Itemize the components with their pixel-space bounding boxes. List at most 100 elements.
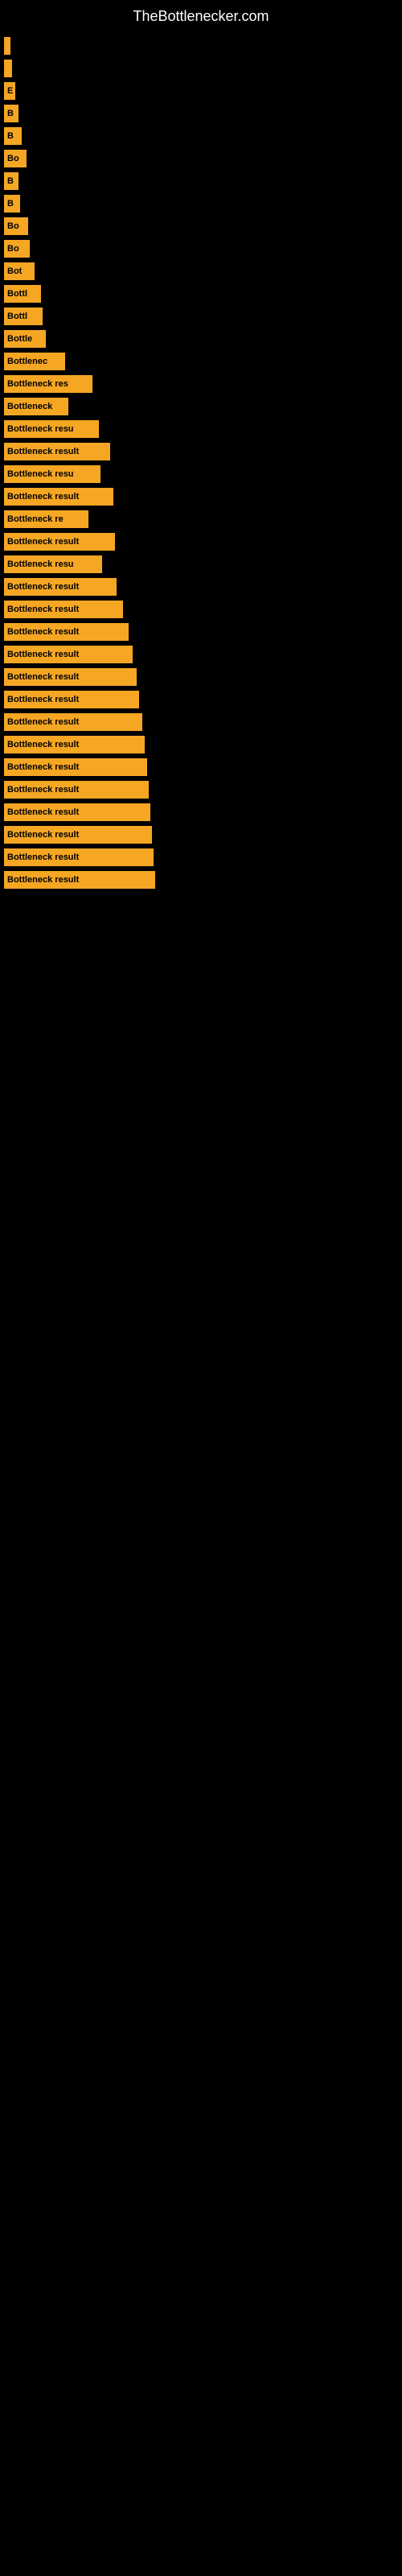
bar-row: Bottleneck result [4, 871, 402, 889]
bar-item: Bottleneck result [4, 848, 154, 866]
bar-label: Bottleneck resu [7, 424, 74, 434]
bar-row: Bottl [4, 285, 402, 303]
bar-item: Bottle [4, 330, 46, 348]
bar-item: Bottleneck result [4, 443, 110, 460]
bar-row: Bottleneck re [4, 510, 402, 528]
bar-row: Bo [4, 240, 402, 258]
bar-item: Bottleneck result [4, 533, 115, 551]
bar-label: Bottleneck result [7, 672, 79, 682]
bar-label: Bottl [7, 312, 27, 321]
bar-item: Bottleneck result [4, 668, 137, 686]
bar-label: Bottleneck result [7, 740, 79, 749]
bar-label: Bottleneck result [7, 605, 79, 614]
bar-label: Bo [7, 221, 19, 231]
bar-item: Bottleneck result [4, 871, 155, 889]
bar-item: B [4, 127, 22, 145]
bar-row: Bot [4, 262, 402, 280]
site-title: TheBottlenecker.com [0, 0, 402, 29]
bar-label: Bottleneck result [7, 852, 79, 862]
bar-row [4, 37, 402, 55]
bar-label: B [7, 199, 14, 208]
bar-item: Bottleneck result [4, 758, 147, 776]
bar-label: Bottleneck result [7, 627, 79, 637]
bar-row: Bottleneck result [4, 758, 402, 776]
bar-item [4, 60, 12, 77]
bar-item: Bottleneck result [4, 691, 139, 708]
bar-item: Bottleneck result [4, 488, 113, 506]
bar-label: Bottleneck resu [7, 559, 74, 569]
bar-label: Bottleneck resu [7, 469, 74, 479]
bar-label: Bottleneck result [7, 447, 79, 456]
bar-label: Bottleneck result [7, 717, 79, 727]
bar-item: Bottl [4, 308, 43, 325]
bar-item: B [4, 195, 20, 213]
bar-row: Bottleneck result [4, 443, 402, 460]
bar-row: Bottleneck result [4, 826, 402, 844]
bar-label: Bot [7, 266, 22, 276]
bar-item: Bottleneck result [4, 781, 149, 799]
bar-label: Bottleneck result [7, 807, 79, 817]
bar-label: Bottleneck re [7, 514, 64, 524]
bar-item: Bottleneck result [4, 646, 133, 663]
bar-row: Bottleneck result [4, 848, 402, 866]
bar-item: E [4, 82, 15, 100]
bar-row: Bottleneck result [4, 668, 402, 686]
bar-row: Bottleneck [4, 398, 402, 415]
bar-row: Bottleneck result [4, 736, 402, 753]
bar-row: Bottleneck resu [4, 420, 402, 438]
bar-label: Bottlenec [7, 357, 47, 366]
bar-row: Bottle [4, 330, 402, 348]
bar-label: Bottleneck result [7, 650, 79, 659]
bar-item: Bottleneck result [4, 601, 123, 618]
bar-row: Bottleneck result [4, 623, 402, 641]
bar-item: Bottl [4, 285, 41, 303]
bar-row: Bottleneck result [4, 713, 402, 731]
bar-item: Bottleneck res [4, 375, 92, 393]
bar-row: Bottleneck result [4, 533, 402, 551]
bar-row: Bottleneck resu [4, 465, 402, 483]
bar-label: Bottleneck result [7, 695, 79, 704]
bar-item: B [4, 172, 18, 190]
bar-label: Bottleneck result [7, 762, 79, 772]
bar-row [4, 60, 402, 77]
bar-item: Bottleneck result [4, 623, 129, 641]
bar-label: Bo [7, 244, 19, 254]
bar-row: Bottlenec [4, 353, 402, 370]
bar-row: E [4, 82, 402, 100]
bar-label: B [7, 131, 14, 141]
bar-item: Bottleneck resu [4, 420, 99, 438]
bar-item: Bottleneck resu [4, 555, 102, 573]
bar-label: B [7, 109, 14, 118]
bar-item: B [4, 105, 18, 122]
bar-row: Bottleneck result [4, 646, 402, 663]
bar-item: Bot [4, 262, 35, 280]
bar-item: Bo [4, 240, 30, 258]
bar-label: Bottleneck result [7, 537, 79, 547]
bar-item: Bottleneck re [4, 510, 88, 528]
bar-item: Bottleneck result [4, 803, 150, 821]
bar-item: Bottleneck resu [4, 465, 100, 483]
bar-label: Bottleneck result [7, 830, 79, 840]
bar-row: Bottleneck result [4, 691, 402, 708]
bar-label: Bottleneck result [7, 582, 79, 592]
bar-row: Bottleneck result [4, 601, 402, 618]
bar-label: Bottleneck result [7, 785, 79, 795]
bar-label: Bottl [7, 289, 27, 299]
bar-row: Bo [4, 150, 402, 167]
bar-row: Bottleneck res [4, 375, 402, 393]
bar-row: Bottleneck result [4, 578, 402, 596]
bar-row: B [4, 127, 402, 145]
bar-label: E [7, 86, 13, 96]
bar-row: Bo [4, 217, 402, 235]
bar-item: Bo [4, 217, 28, 235]
bar-item [4, 37, 10, 55]
bar-item: Bottleneck [4, 398, 68, 415]
bar-row: Bottleneck result [4, 803, 402, 821]
bar-label: Bo [7, 154, 19, 163]
bar-item: Bo [4, 150, 27, 167]
bar-label: B [7, 176, 14, 186]
bar-label: Bottleneck [7, 402, 52, 411]
bar-row: B [4, 172, 402, 190]
bar-item: Bottleneck result [4, 713, 142, 731]
bar-row: Bottl [4, 308, 402, 325]
